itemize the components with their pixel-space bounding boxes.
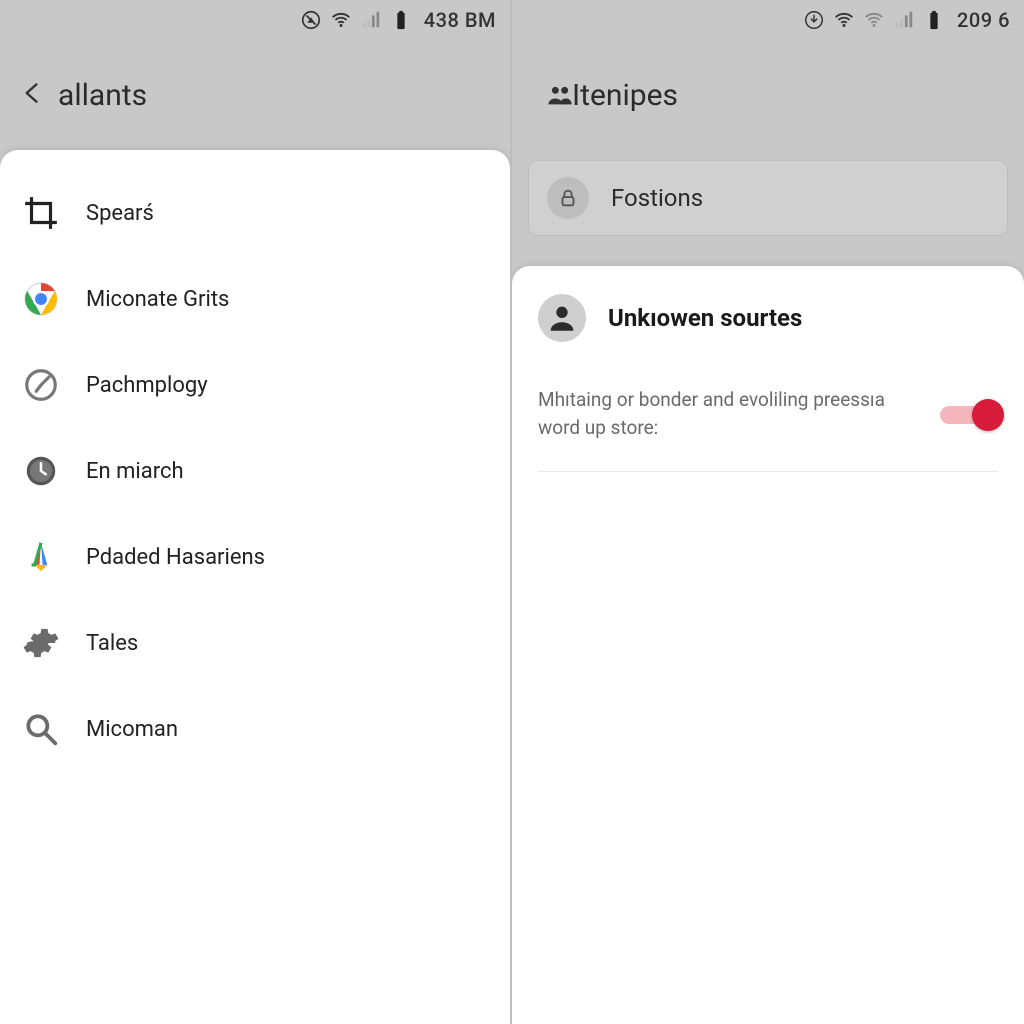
search-icon	[22, 710, 60, 748]
statusbar-time: 438 BM	[424, 8, 496, 32]
wifi-secondary-icon	[863, 9, 885, 31]
header-title-left: allants	[58, 78, 147, 113]
crop-icon	[22, 194, 60, 232]
download-icon	[803, 9, 825, 31]
toggle-knob	[972, 399, 1004, 431]
menu-item-pdaded[interactable]: Pdaded Hasariens	[0, 514, 510, 600]
settings-card: Unkıowen sourtes Mhıtaing or bonder and …	[512, 266, 1024, 1024]
wifi-icon	[833, 9, 855, 31]
menu-item-label: Miconate Grits	[86, 287, 229, 312]
lock-icon	[547, 177, 589, 219]
menu-item-label: En miarch	[86, 459, 184, 484]
chrome-icon	[22, 280, 60, 318]
clock-icon	[22, 452, 60, 490]
avatar-icon	[538, 294, 586, 342]
subbar-fostions[interactable]: Fostions	[528, 160, 1008, 236]
unknown-sources-description: Mhıtaing or bonder and evoliling preessı…	[538, 386, 908, 441]
screen-right: 209 6 Itenipes Fostions Unkıowen sourtes…	[512, 0, 1024, 1024]
header-left: allants	[0, 40, 510, 150]
menu-item-miconate[interactable]: Miconate Grits	[0, 256, 510, 342]
menu-item-label: Tales	[86, 631, 138, 656]
people-icon	[530, 81, 558, 109]
triangle-icon	[22, 538, 60, 576]
menu-item-micoman[interactable]: Micoman	[0, 686, 510, 772]
subbar-label: Fostions	[611, 184, 703, 212]
wifi-icon	[330, 9, 352, 31]
dial-icon	[22, 366, 60, 404]
unknown-sources-title: Unkıowen sourtes	[608, 304, 802, 332]
menu-item-label: Micoman	[86, 717, 178, 742]
menu-item-label: Pachmplogy	[86, 373, 208, 398]
header-right: Itenipes	[512, 40, 1024, 150]
menu-item-enmiarch[interactable]: En miarch	[0, 428, 510, 514]
menu-card: Spearś Miconate Grits Pachmplogy En miar…	[0, 150, 510, 1024]
statusbar-left: 438 BM	[0, 0, 510, 40]
back-icon[interactable]	[18, 75, 44, 115]
menu-item-tales[interactable]: Tales	[0, 600, 510, 686]
battery-icon	[923, 9, 945, 31]
menu-item-spears[interactable]: Spearś	[0, 170, 510, 256]
menu-item-pachmplogy[interactable]: Pachmplogy	[0, 342, 510, 428]
signal-icon	[360, 9, 382, 31]
menu-item-label: Pdaded Hasariens	[86, 545, 265, 570]
no-sim-icon	[300, 9, 322, 31]
profile-row: Unkıowen sourtes	[538, 294, 998, 342]
battery-icon	[390, 9, 412, 31]
statusbar-time: 209 6	[957, 8, 1010, 32]
statusbar-right: 209 6	[512, 0, 1024, 40]
header-title-right: Itenipes	[572, 78, 678, 113]
unknown-sources-toggle[interactable]	[940, 399, 998, 429]
menu-item-label: Spearś	[86, 201, 154, 226]
gear-icon	[22, 624, 60, 662]
screen-left: 438 BM allants Spearś Miconate Grits	[0, 0, 512, 1024]
unknown-sources-row: Mhıtaing or bonder and evoliling preessı…	[538, 386, 998, 472]
signal-icon	[893, 9, 915, 31]
